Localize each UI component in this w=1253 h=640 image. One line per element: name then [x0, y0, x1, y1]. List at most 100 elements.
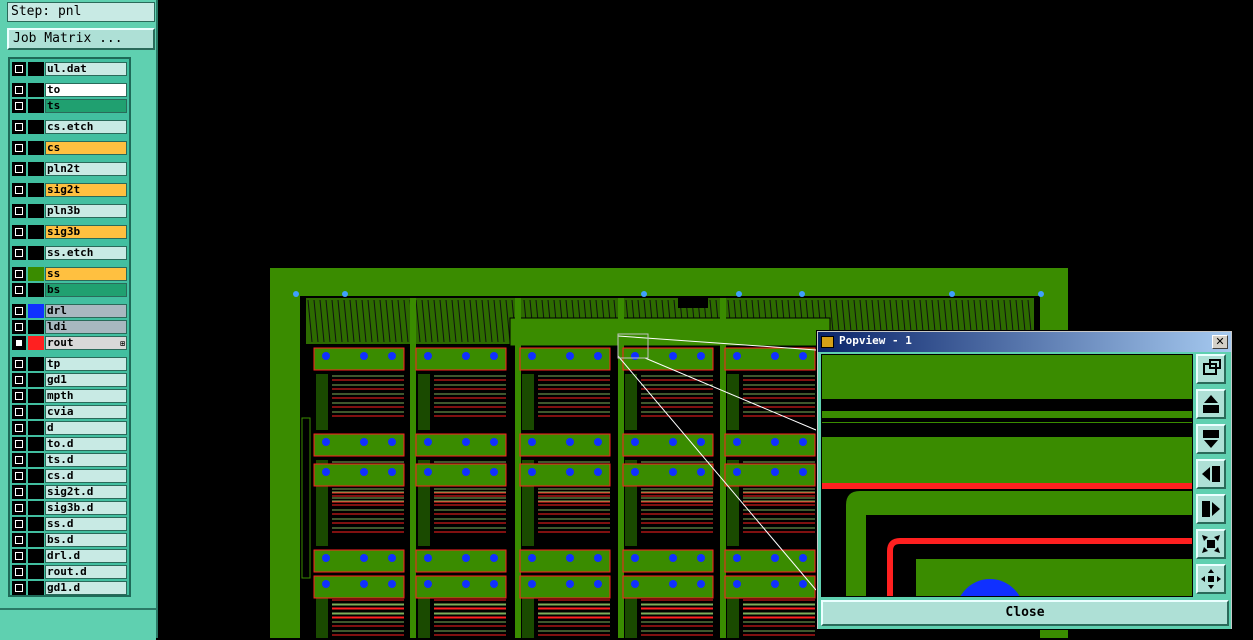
layer-row-gd1[interactable]: gd1	[10, 372, 128, 388]
layer-name[interactable]: gd1	[45, 373, 127, 387]
layer-name[interactable]: gd1.d	[45, 581, 127, 595]
pan-right-button[interactable]	[1196, 494, 1226, 524]
layer-name[interactable]: d	[45, 421, 127, 435]
pan-down-button[interactable]	[1196, 424, 1226, 454]
layer-row-sig2t-d[interactable]: sig2t.d	[10, 484, 128, 500]
layer-name[interactable]: drl.d	[45, 549, 127, 563]
layer-color-swatch[interactable]	[28, 485, 44, 499]
layer-color-swatch[interactable]	[28, 162, 44, 176]
layer-name[interactable]: ul.dat	[45, 62, 127, 76]
layer-checkbox[interactable]	[12, 373, 26, 387]
layer-row-sig3b-d[interactable]: sig3b.d	[10, 500, 128, 516]
layer-color-swatch[interactable]	[28, 336, 44, 350]
layer-color-swatch[interactable]	[28, 320, 44, 334]
layer-name[interactable]: sig2t	[45, 183, 127, 197]
layer-checkbox[interactable]	[12, 183, 26, 197]
layer-name[interactable]: sig2t.d	[45, 485, 127, 499]
layer-name[interactable]: rout ⊞	[45, 336, 127, 350]
close-button[interactable]: Close	[821, 600, 1229, 626]
layer-checkbox[interactable]	[12, 141, 26, 155]
layer-checkbox[interactable]	[12, 83, 26, 97]
layer-color-swatch[interactable]	[28, 183, 44, 197]
layer-row-ts[interactable]: ts	[10, 98, 128, 114]
layer-checkbox[interactable]	[12, 389, 26, 403]
layer-checkbox[interactable]	[12, 357, 26, 371]
zoom-out-button[interactable]	[1196, 529, 1226, 559]
layer-color-swatch[interactable]	[28, 565, 44, 579]
layer-name[interactable]: ts.d	[45, 453, 127, 467]
layer-row-ss-d[interactable]: ss.d	[10, 516, 128, 532]
layer-name[interactable]: bs	[45, 283, 127, 297]
layer-name[interactable]: mpth	[45, 389, 127, 403]
zoom-in-button[interactable]	[1196, 564, 1226, 594]
layer-checkbox[interactable]	[12, 246, 26, 260]
layer-row-cs[interactable]: cs	[10, 140, 128, 156]
layer-checkbox[interactable]	[12, 485, 26, 499]
layer-name[interactable]: cs.d	[45, 469, 127, 483]
layer-checkbox[interactable]	[12, 437, 26, 451]
layer-checkbox[interactable]	[12, 501, 26, 515]
layer-checkbox[interactable]	[12, 581, 26, 595]
layer-checkbox[interactable]	[12, 453, 26, 467]
close-icon[interactable]: ✕	[1212, 335, 1228, 349]
layer-row-sig2t[interactable]: sig2t	[10, 182, 128, 198]
layer-checkbox[interactable]	[12, 533, 26, 547]
layer-row-ts-d[interactable]: ts.d	[10, 452, 128, 468]
layer-color-swatch[interactable]	[28, 533, 44, 547]
layer-name[interactable]: sig3b	[45, 225, 127, 239]
layer-color-swatch[interactable]	[28, 267, 44, 281]
layer-name[interactable]: cs	[45, 141, 127, 155]
layer-checkbox[interactable]	[12, 320, 26, 334]
layer-color-swatch[interactable]	[28, 141, 44, 155]
layer-name[interactable]: ts	[45, 99, 127, 113]
layer-row-ss[interactable]: ss	[10, 266, 128, 282]
layer-checkbox[interactable]	[12, 304, 26, 318]
layer-color-swatch[interactable]	[28, 83, 44, 97]
layer-color-swatch[interactable]	[28, 405, 44, 419]
layer-row-bs-d[interactable]: bs.d	[10, 532, 128, 548]
layer-name[interactable]: drl	[45, 304, 127, 318]
layer-name[interactable]: pln2t	[45, 162, 127, 176]
layer-color-swatch[interactable]	[28, 501, 44, 515]
pan-up-button[interactable]	[1196, 389, 1226, 419]
layer-checkbox[interactable]	[12, 120, 26, 134]
layer-checkbox[interactable]	[12, 204, 26, 218]
layer-checkbox[interactable]	[12, 469, 26, 483]
layer-name[interactable]: ss	[45, 267, 127, 281]
layer-checkbox[interactable]	[12, 162, 26, 176]
layer-color-swatch[interactable]	[28, 357, 44, 371]
layer-row-tp[interactable]: tp	[10, 356, 128, 372]
layer-checkbox[interactable]	[12, 565, 26, 579]
layer-name[interactable]: cs.etch	[45, 120, 127, 134]
layer-row-pln2t[interactable]: pln2t	[10, 161, 128, 177]
layer-color-swatch[interactable]	[28, 421, 44, 435]
layer-name[interactable]: to	[45, 83, 127, 97]
layer-color-swatch[interactable]	[28, 120, 44, 134]
layer-name[interactable]: bs.d	[45, 533, 127, 547]
layer-color-swatch[interactable]	[28, 225, 44, 239]
layer-checkbox[interactable]	[12, 62, 26, 76]
layer-row-mpth[interactable]: mpth	[10, 388, 128, 404]
pan-left-button[interactable]	[1196, 459, 1226, 489]
step-field[interactable]: Step: pnl	[7, 2, 155, 22]
layer-color-swatch[interactable]	[28, 99, 44, 113]
layer-name[interactable]: pln3b	[45, 204, 127, 218]
popview-titlebar[interactable]: Popview - 1 ✕	[818, 332, 1231, 352]
layer-row-cvia[interactable]: cvia	[10, 404, 128, 420]
layer-checkbox[interactable]	[12, 225, 26, 239]
layer-checkbox[interactable]	[12, 421, 26, 435]
job-matrix-button[interactable]: Job Matrix ...	[7, 28, 155, 50]
layer-color-swatch[interactable]	[28, 204, 44, 218]
layer-row-gd1-d[interactable]: gd1.d	[10, 580, 128, 596]
layer-color-swatch[interactable]	[28, 246, 44, 260]
layer-checkbox[interactable]	[12, 405, 26, 419]
layer-row-d[interactable]: d	[10, 420, 128, 436]
layer-color-swatch[interactable]	[28, 517, 44, 531]
layer-name[interactable]: cvia	[45, 405, 127, 419]
layer-row-pln3b[interactable]: pln3b	[10, 203, 128, 219]
layer-color-swatch[interactable]	[28, 581, 44, 595]
layer-row-sig3b[interactable]: sig3b	[10, 224, 128, 240]
layer-name[interactable]: to.d	[45, 437, 127, 451]
layer-row-to[interactable]: to	[10, 82, 128, 98]
layer-row-rout[interactable]: rout ⊞	[10, 335, 128, 351]
